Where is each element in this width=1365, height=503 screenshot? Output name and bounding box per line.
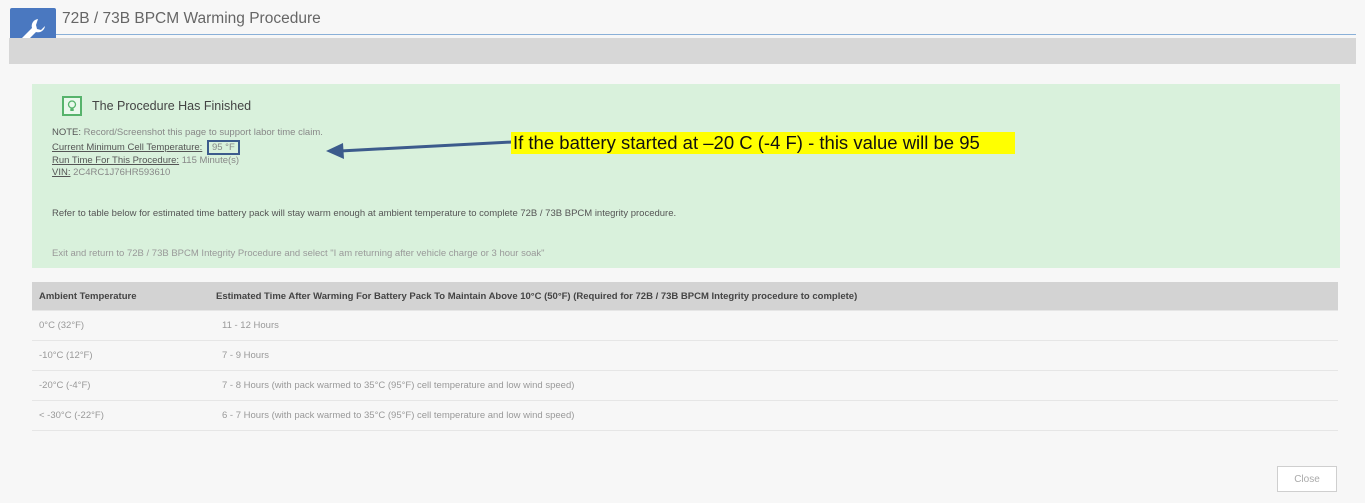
column-header-ambient: Ambient Temperature <box>32 282 209 311</box>
table-row: < -30°C (-22°F) 6 - 7 Hours (with pack w… <box>32 400 1338 431</box>
table-row: -20°C (-4°F) 7 - 8 Hours (with pack warm… <box>32 370 1338 401</box>
cell-ambient: -10°C (12°F) <box>32 340 209 371</box>
cell-ambient: -20°C (-4°F) <box>32 370 209 401</box>
table-header-row: Ambient Temperature Estimated Time After… <box>32 282 1338 311</box>
cell-time: 7 - 8 Hours (with pack warmed to 35°C (9… <box>209 370 1338 401</box>
column-header-estimated-time: Estimated Time After Warming For Battery… <box>209 282 1338 311</box>
warm-time-table: Ambient Temperature Estimated Time After… <box>32 282 1338 431</box>
cell-ambient: < -30°C (-22°F) <box>32 400 209 431</box>
cell-time: 6 - 7 Hours (with pack warmed to 35°C (9… <box>209 400 1338 431</box>
cell-time: 11 - 12 Hours <box>209 310 1338 341</box>
close-button[interactable]: Close <box>1277 466 1337 492</box>
annotation-callout: If the battery started at –20 C (-4 F) -… <box>511 132 1015 154</box>
cell-ambient: 0°C (32°F) <box>32 310 209 341</box>
cell-time: 7 - 9 Hours <box>209 340 1338 371</box>
table-row: -10°C (12°F) 7 - 9 Hours <box>32 340 1338 371</box>
table-row: 0°C (32°F) 11 - 12 Hours <box>32 310 1338 341</box>
